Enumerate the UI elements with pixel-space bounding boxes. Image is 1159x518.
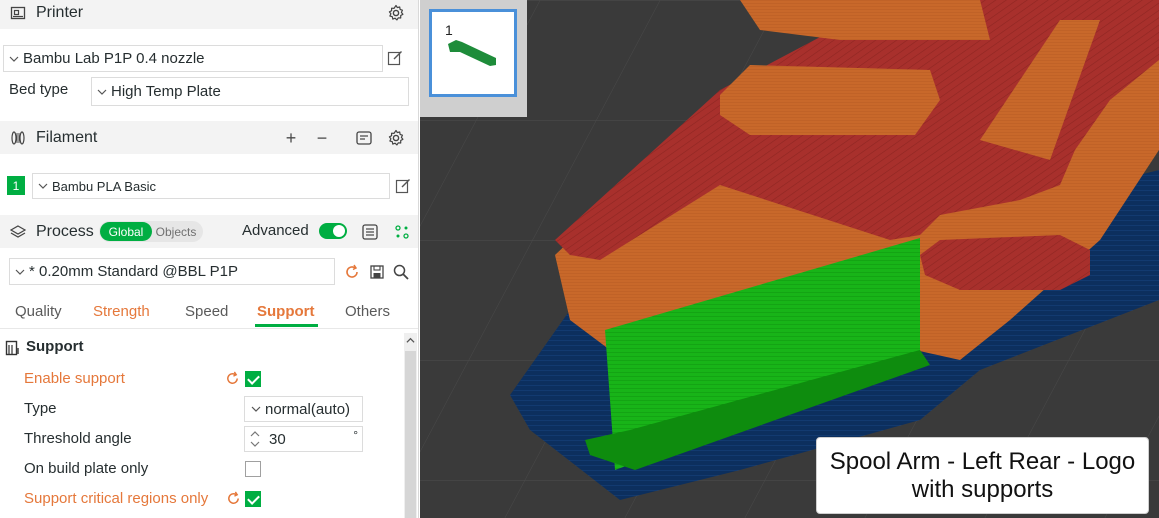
search-icon[interactable] <box>392 263 410 281</box>
threshold-angle-stepper[interactable]: 30 ° <box>244 426 363 452</box>
reset-enable-support-icon[interactable] <box>225 371 240 386</box>
model-cutout-1 <box>720 65 940 135</box>
process-layers-icon <box>10 224 26 238</box>
3d-preview-viewport[interactable]: 1 Spool Arm - Left Rear - Logo with supp… <box>420 0 1159 518</box>
support-group-title: Support <box>26 338 84 355</box>
chevron-down-icon <box>9 56 19 62</box>
chevron-down-icon <box>251 406 261 412</box>
reset-preset-icon[interactable] <box>343 263 361 281</box>
process-mode-toggle[interactable]: Global Objects <box>99 221 203 242</box>
filament-sync-icon[interactable] <box>355 129 373 147</box>
process-section-title: Process <box>36 222 94 240</box>
caption-overlay: Spool Arm - Left Rear - Logo with suppor… <box>816 437 1149 514</box>
support-type-label: Type <box>24 400 57 417</box>
plate-number: 1 <box>445 22 453 38</box>
build-plate-only-checkbox[interactable] <box>245 461 261 477</box>
remove-filament-minus-icon[interactable]: − <box>312 128 332 148</box>
chevron-down-icon <box>38 183 48 189</box>
scrollbar-thumb[interactable] <box>405 351 416 518</box>
model-top-surface-lobe <box>920 235 1090 290</box>
process-preset-value: * 0.20mm Standard @BBL P1P <box>29 263 238 280</box>
threshold-angle-label: Threshold angle <box>24 430 132 447</box>
threshold-angle-value: 30 <box>269 430 286 448</box>
bed-type-label: Bed type <box>9 81 69 98</box>
reset-critical-regions-icon[interactable] <box>226 491 241 506</box>
mode-objects-option[interactable]: Objects <box>152 222 200 241</box>
tab-others[interactable]: Others <box>345 303 390 320</box>
plate-thumbnail[interactable]: 1 <box>429 9 517 97</box>
part-thumbnail-icon <box>448 40 496 66</box>
active-tab-indicator <box>255 324 318 327</box>
filament-preset-dropdown[interactable]: Bambu PLA Basic <box>32 173 390 199</box>
bed-type-value: High Temp Plate <box>111 83 221 100</box>
tab-strength[interactable]: Strength <box>93 303 150 320</box>
chevron-down-icon <box>15 269 25 275</box>
bed-type-dropdown[interactable]: High Temp Plate <box>91 77 409 106</box>
plate-thumbnail-panel: 1 <box>420 0 527 117</box>
chevron-down-icon <box>97 89 107 95</box>
printer-preset-value: Bambu Lab P1P 0.4 nozzle <box>23 50 205 67</box>
settings-scrollbar[interactable] <box>404 333 417 518</box>
tab-quality[interactable]: Quality <box>15 303 62 320</box>
filament-icon <box>11 130 25 145</box>
caption-line-1: Spool Arm - Left Rear - Logo <box>829 447 1136 475</box>
process-preset-dropdown[interactable]: * 0.20mm Standard @BBL P1P <box>9 258 335 285</box>
save-preset-icon[interactable] <box>368 263 386 281</box>
tab-support[interactable]: Support <box>257 303 315 320</box>
enable-support-label: Enable support <box>24 370 125 387</box>
filament-section-title: Filament <box>36 128 98 146</box>
settings-sidebar: Printer Bambu Lab P1P 0.4 nozzle Bed typ… <box>0 0 419 518</box>
filament-settings-gear-icon[interactable] <box>386 128 406 148</box>
critical-regions-label: Support critical regions only <box>24 490 209 507</box>
process-tabs: Quality Strength Speed Support Others <box>0 295 418 329</box>
enable-support-checkbox[interactable] <box>245 371 261 387</box>
support-group-icon <box>5 340 19 356</box>
scroll-up-arrow-icon[interactable] <box>406 336 415 345</box>
mode-global-option[interactable]: Global <box>100 222 152 241</box>
advanced-toggle-switch[interactable] <box>319 223 347 239</box>
critical-regions-checkbox[interactable] <box>245 491 261 507</box>
printer-preset-dropdown[interactable]: Bambu Lab P1P 0.4 nozzle <box>3 45 383 72</box>
filament-preset-value: Bambu PLA Basic <box>52 178 157 194</box>
list-view-icon[interactable] <box>361 223 379 241</box>
printer-section-header: Printer <box>0 0 418 29</box>
stepper-arrows-icon[interactable] <box>248 428 262 450</box>
caption-line-2: with supports <box>911 475 1054 503</box>
printer-settings-gear-icon[interactable] <box>386 3 406 23</box>
filament-slot-badge[interactable]: 1 <box>7 176 25 195</box>
compare-settings-icon[interactable] <box>393 223 411 241</box>
support-type-value: normal(auto) <box>265 400 351 418</box>
printer-section-title: Printer <box>36 3 84 21</box>
printer-edit-icon[interactable] <box>387 50 403 66</box>
threshold-angle-unit: ° <box>353 428 358 442</box>
printer-icon <box>10 6 26 19</box>
add-filament-plus-icon[interactable]: + <box>281 128 301 148</box>
process-section-header: Process <box>0 215 418 248</box>
filament-edit-icon[interactable] <box>395 178 411 194</box>
build-plate-only-label: On build plate only <box>24 460 149 477</box>
advanced-label: Advanced <box>242 222 309 239</box>
tab-speed[interactable]: Speed <box>185 303 228 320</box>
support-type-dropdown[interactable]: normal(auto) <box>244 396 363 422</box>
